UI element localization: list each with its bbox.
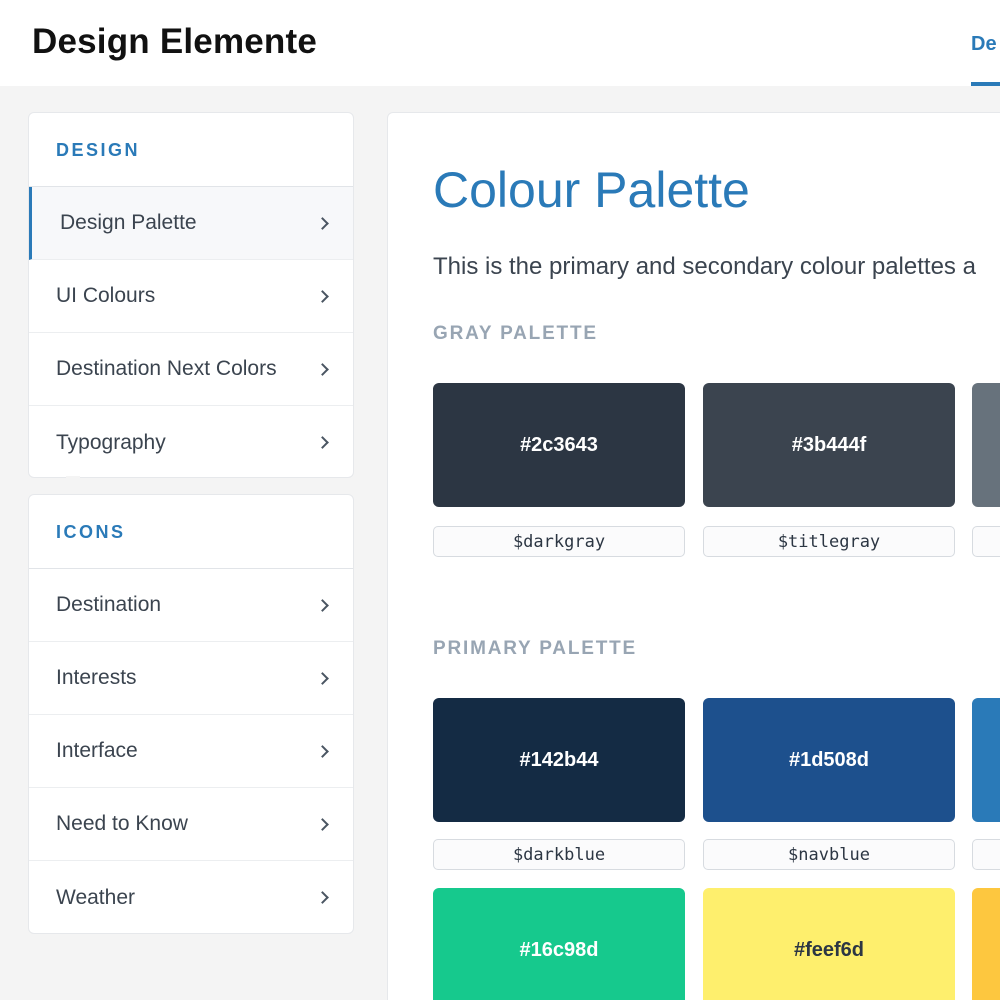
swatch-hex: #feef6d (793, 938, 865, 961)
variable-chip-partial[interactable] (972, 526, 1000, 557)
swatch-hex: #1d508d (788, 748, 870, 771)
sidebar-design-section: DESIGN Design Palette UI Colours Destina… (28, 112, 354, 478)
sidebar-item-label: Design Palette (60, 211, 197, 234)
swatch-hex: #16c98d (519, 938, 599, 961)
chevron-right-icon (316, 744, 329, 758)
chevron-right-icon (316, 598, 329, 612)
variable-chip-titlegray[interactable]: $titlegray (703, 526, 955, 557)
sidebar-item-need-to-know[interactable]: Need to Know (29, 788, 353, 861)
chevron-right-icon (316, 891, 329, 904)
swatch-orange-partial[interactable] (972, 888, 1000, 1000)
page-title: Colour Palette (433, 162, 750, 218)
swatch-hex: #142b44 (519, 748, 599, 771)
intro-text: This is the primary and secondary colour… (433, 253, 976, 280)
sidebar-item-interests[interactable]: Interests (29, 642, 353, 715)
chevron-right-icon (316, 362, 329, 376)
variable-chip-navblue[interactable]: $navblue (703, 839, 955, 870)
sidebar-item-label: Need to Know (56, 812, 188, 835)
swatch-gray-partial[interactable] (972, 383, 1000, 507)
variable-chip-darkgray[interactable]: $darkgray (433, 526, 685, 557)
primary-palette-heading: PRIMARY PALETTE (433, 638, 637, 659)
chevron-right-icon (316, 216, 329, 230)
sidebar-icons-section: ICONS Destination Interests Interface Ne… (28, 494, 354, 934)
chevron-right-icon (316, 817, 329, 831)
sidebar-item-label: Interests (56, 666, 137, 689)
sidebar-item-destination-next-colors[interactable]: Destination Next Colors (29, 333, 353, 406)
swatch-titlegray[interactable]: #3b444f (703, 383, 955, 507)
sidebar-item-interface[interactable]: Interface (29, 715, 353, 788)
sidebar-heading-icons: ICONS (29, 495, 353, 569)
swatch-hex: #3b444f (791, 433, 867, 456)
sidebar-item-label: Weather (56, 885, 135, 909)
chevron-right-icon (316, 671, 329, 685)
chevron-right-icon (316, 289, 329, 303)
top-bar: Design Elemente De (0, 0, 1000, 86)
gray-palette-heading: GRAY PALETTE (433, 323, 598, 344)
sidebar-item-label: Destination Next Colors (56, 357, 277, 380)
sidebar-item-label: UI Colours (56, 284, 156, 307)
sidebar-item-ui-colours[interactable]: UI Colours (29, 260, 353, 333)
swatch-yellow[interactable]: #feef6d (703, 888, 955, 1000)
main-content: Colour Palette This is the primary and s… (387, 112, 1000, 1000)
variable-chip-partial[interactable] (972, 839, 1000, 870)
tab-design[interactable]: De (971, 33, 997, 56)
sidebar-item-label: Typography (56, 430, 166, 454)
swatch-darkgray[interactable]: #2c3643 (433, 383, 685, 507)
swatch-navblue[interactable]: #1d508d (703, 698, 955, 822)
sidebar-item-destination[interactable]: Destination (29, 569, 353, 642)
swatch-darkblue[interactable]: #142b44 (433, 698, 685, 822)
sidebar-item-typography[interactable]: Typography (29, 406, 353, 477)
sidebar-item-label: Interface (56, 739, 138, 762)
sidebar-item-label: Destination (56, 593, 162, 616)
swatch-blue-partial[interactable] (972, 698, 1000, 822)
sidebar-item-design-palette[interactable]: Design Palette (29, 187, 353, 260)
sidebar-heading-design: DESIGN (29, 113, 353, 187)
variable-chip-darkblue[interactable]: $darkblue (433, 839, 685, 870)
sidebar-item-weather[interactable]: Weather (29, 861, 353, 933)
chevron-right-icon (316, 436, 329, 449)
app-title: Design Elemente (32, 22, 318, 61)
active-tab-indicator (971, 82, 1000, 86)
swatch-hex: #2c3643 (520, 433, 598, 456)
card-connector (66, 476, 80, 496)
swatch-green[interactable]: #16c98d (433, 888, 685, 1000)
